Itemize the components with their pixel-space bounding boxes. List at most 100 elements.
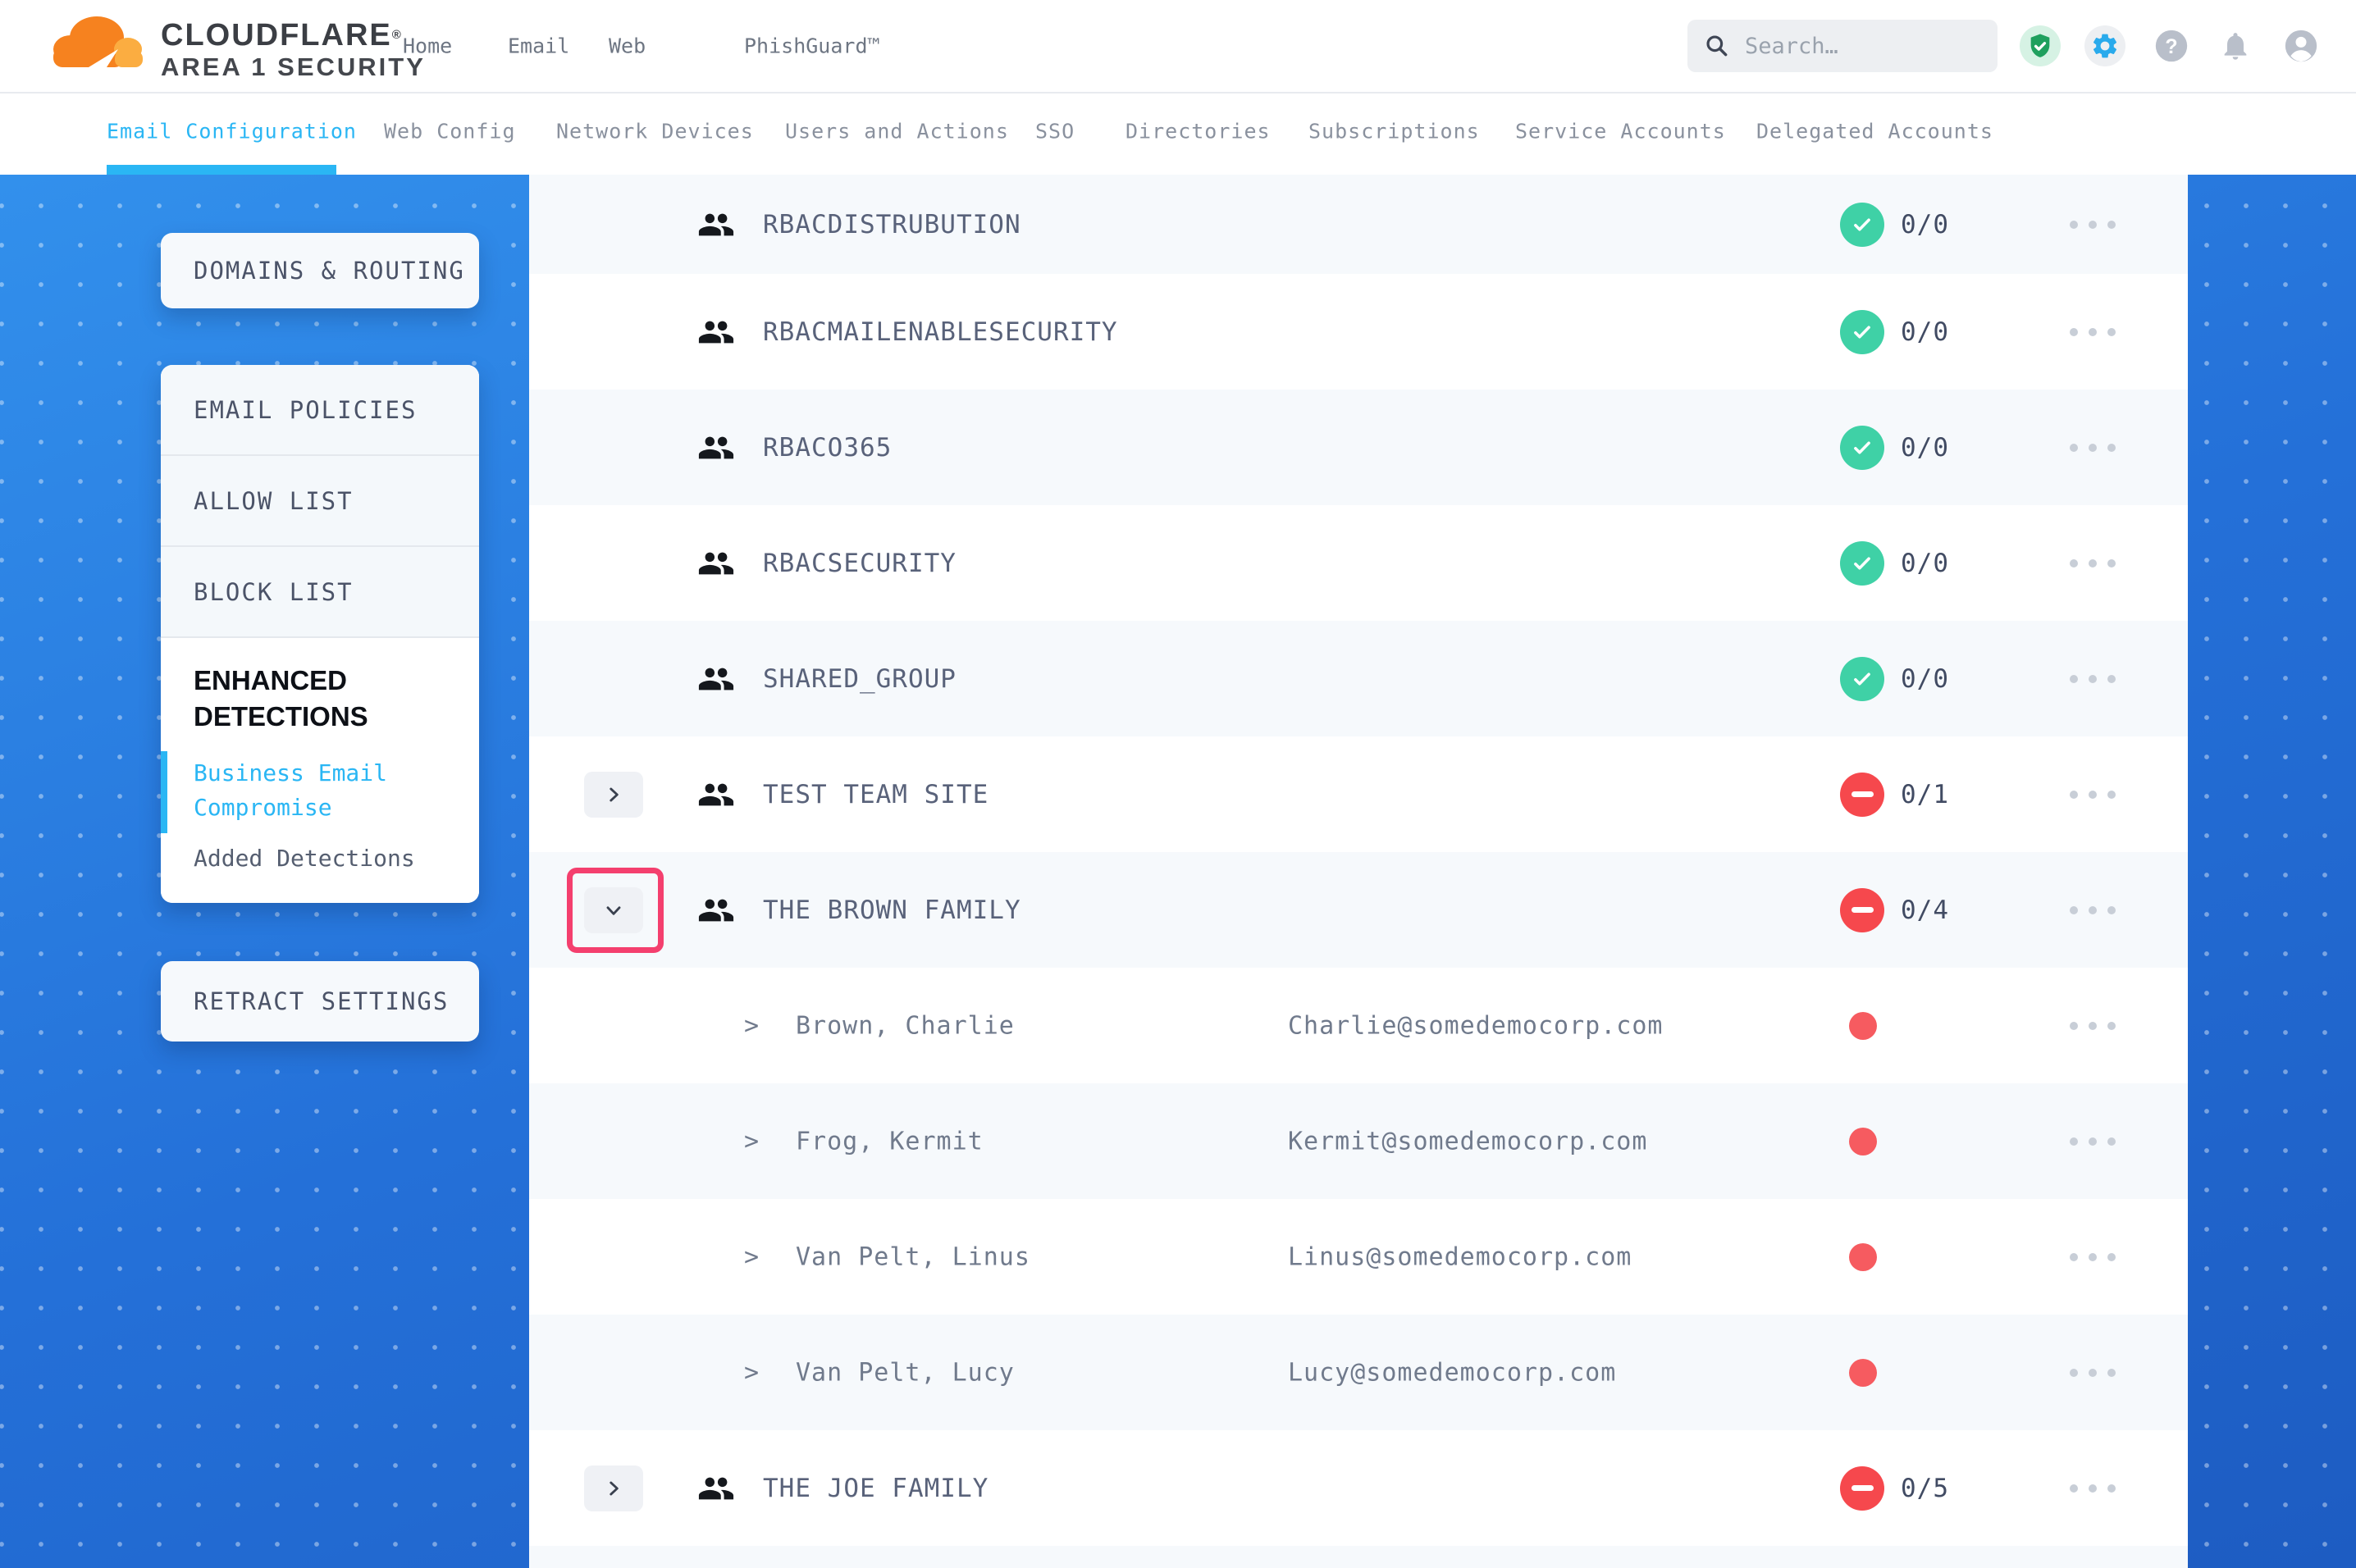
enhanced-detections-section: ENHANCED DETECTIONS Business Email Compr… [161, 638, 479, 903]
help-icon[interactable]: ? [2151, 25, 2192, 66]
group-row[interactable]: RBACSECURITY0/0 [529, 505, 2188, 621]
tab-delegated-accounts[interactable]: Delegated Accounts [1756, 119, 1993, 143]
member-name: Frog, Kermit [796, 1127, 984, 1155]
status-blocked-icon [1840, 773, 1884, 817]
member-count: 0/0 [1901, 210, 1949, 239]
status-blocked-dot [1849, 1012, 1877, 1040]
tab-service-accounts[interactable]: Service Accounts [1515, 119, 1726, 143]
row-actions-menu-button[interactable] [2070, 328, 2116, 336]
member-chevron-right-icon[interactable]: > [744, 1358, 759, 1387]
group-name: TEST TEAM SITE [763, 780, 989, 809]
group-row[interactable]: SHARED_GROUP0/0 [529, 621, 2188, 736]
group-row[interactable]: THE JOE FAMILY 0/5 [529, 1430, 2188, 1546]
tab-sso[interactable]: SSO [1035, 119, 1075, 143]
row-actions-menu-button[interactable] [2070, 559, 2116, 567]
brand-subtitle: AREA 1 SECURITY [161, 51, 426, 84]
tab-directories[interactable]: Directories [1125, 119, 1271, 143]
brand-title: CLOUDFLARE® [161, 20, 426, 51]
member-row[interactable]: > Van Pelt, Lucy Lucy@somedemocorp.com [529, 1315, 2188, 1430]
member-count: 0/5 [1901, 1474, 1949, 1503]
collapse-group-button[interactable] [584, 887, 643, 933]
shield-check-icon[interactable] [2020, 25, 2061, 66]
expand-group-button[interactable] [584, 1465, 643, 1511]
group-name: RBACO365 [763, 433, 892, 463]
expand-group-button[interactable] [584, 772, 643, 818]
member-email: Linus@somedemocorp.com [1288, 1242, 1632, 1271]
member-chevron-right-icon[interactable]: > [744, 1011, 759, 1040]
sidebar-item-email-policies[interactable]: EMAIL POLICIES [161, 365, 479, 456]
member-row[interactable]: >Brown, CharlieCharlie@somedemocorp.com [529, 968, 2188, 1083]
top-bar: CLOUDFLARE® AREA 1 SECURITY Home Email Web… [0, 0, 2356, 93]
area1-security-app: CLOUDFLARE® AREA 1 SECURITY Home Email Web… [0, 0, 2356, 1568]
group-row[interactable]: THE BROWN FAMILY0/4 [529, 852, 2188, 968]
user-avatar-icon[interactable] [2281, 25, 2322, 66]
member-email: Lucy@somedemocorp.com [1288, 1358, 1616, 1387]
status-pass-icon [1840, 310, 1884, 354]
member-row[interactable]: >Van Pelt, LinusLinus@somedemocorp.com [529, 1199, 2188, 1315]
tab-web-config[interactable]: Web Config [384, 119, 516, 143]
search-icon [1704, 33, 1730, 59]
minus-glyph [1851, 907, 1874, 913]
enhanced-detections-title: ENHANCED DETECTIONS [194, 663, 423, 735]
member-name: Van Pelt, Lucy [796, 1358, 1015, 1387]
row-actions-menu-button[interactable] [2070, 1022, 2116, 1030]
chevron-down-icon [603, 900, 624, 921]
row-actions-menu-button[interactable] [2070, 1484, 2116, 1493]
member-count: 0/0 [1901, 317, 1949, 347]
tab-network-devices[interactable]: Network Devices [556, 119, 754, 143]
status-pass-icon [1840, 203, 1884, 247]
group-row[interactable]: RBACO3650/0 [529, 390, 2188, 505]
chevron-right-icon [603, 784, 624, 805]
sidebar-item-block-list[interactable]: BLOCK LIST [161, 547, 479, 638]
sidebar-item-domains-routing[interactable]: DOMAINS & ROUTING [161, 233, 479, 308]
sidebar-item-allow-list[interactable]: ALLOW LIST [161, 456, 479, 547]
active-item-indicator [161, 751, 167, 833]
group-row[interactable]: RBACMAILENABLESECURITY0/0 [529, 274, 2188, 390]
notifications-bell-icon[interactable] [2215, 25, 2256, 66]
search-box[interactable] [1687, 20, 1998, 72]
tab-users-and-actions[interactable]: Users and Actions [785, 119, 1009, 143]
row-actions-menu-button[interactable] [2070, 791, 2116, 799]
brand-text: CLOUDFLARE® AREA 1 SECURITY [161, 20, 426, 84]
registered-mark: ® [392, 28, 403, 42]
policy-items-container: EMAIL POLICIESALLOW LISTBLOCK LIST [161, 365, 479, 638]
nav-item-phishguard[interactable]: PhishGuard™ [744, 34, 880, 58]
member-name: Brown, Charlie [796, 1011, 1015, 1040]
row-actions-menu-button[interactable] [2070, 906, 2116, 914]
row-actions-menu-button[interactable] [2070, 1137, 2116, 1146]
group-name: THE JOE FAMILY [763, 1474, 989, 1503]
status-blocked-dot [1849, 1359, 1877, 1387]
row-actions-menu-button[interactable] [2070, 221, 2116, 229]
member-row[interactable]: >Frog, KermitKermit@somedemocorp.com [529, 1083, 2188, 1199]
group-people-icon [697, 313, 735, 351]
member-chevron-right-icon[interactable]: > [744, 1127, 759, 1155]
row-actions-menu-button[interactable] [2070, 1369, 2116, 1377]
group-row[interactable]: RBACDISTRUBUTION0/0 [529, 175, 2188, 274]
member-chevron-right-icon[interactable]: > [744, 1242, 759, 1271]
tab-email-configuration[interactable]: Email Configuration [107, 119, 357, 143]
status-blocked-dot [1849, 1128, 1877, 1155]
group-name: SHARED_GROUP [763, 664, 957, 694]
sidebar-item-added-detections[interactable]: Added Detections [194, 845, 446, 872]
row-actions-menu-button[interactable] [2070, 1253, 2116, 1261]
nav-item-home[interactable]: Home [403, 34, 452, 58]
page-canvas: DOMAINS & ROUTING EMAIL POLICIESALLOW LI… [0, 175, 2356, 1568]
sidebar-item-retract-settings[interactable]: RETRACT SETTINGS [161, 961, 479, 1042]
member-count: 0/0 [1901, 549, 1949, 578]
row-actions-menu-button[interactable] [2070, 675, 2116, 683]
row-actions-menu-button[interactable] [2070, 444, 2116, 452]
bec-label: Business Email Compromise [194, 759, 387, 821]
group-people-icon [697, 776, 735, 814]
settings-gear-icon[interactable] [2084, 25, 2125, 66]
table-row-partial [529, 1546, 2188, 1568]
group-people-icon [697, 429, 735, 467]
cloudflare-logo[interactable]: CLOUDFLARE® AREA 1 SECURITY [46, 7, 426, 84]
sidebar-item-business-email-compromise[interactable]: Business Email Compromise [194, 756, 415, 825]
nav-item-email[interactable]: Email [508, 34, 569, 58]
group-people-icon [697, 891, 735, 929]
nav-item-web[interactable]: Web [609, 34, 646, 58]
tab-subscriptions[interactable]: Subscriptions [1308, 119, 1480, 143]
group-row[interactable]: TEST TEAM SITE0/1 [529, 736, 2188, 852]
search-input[interactable] [1743, 33, 1960, 60]
group-people-icon [697, 1470, 735, 1507]
